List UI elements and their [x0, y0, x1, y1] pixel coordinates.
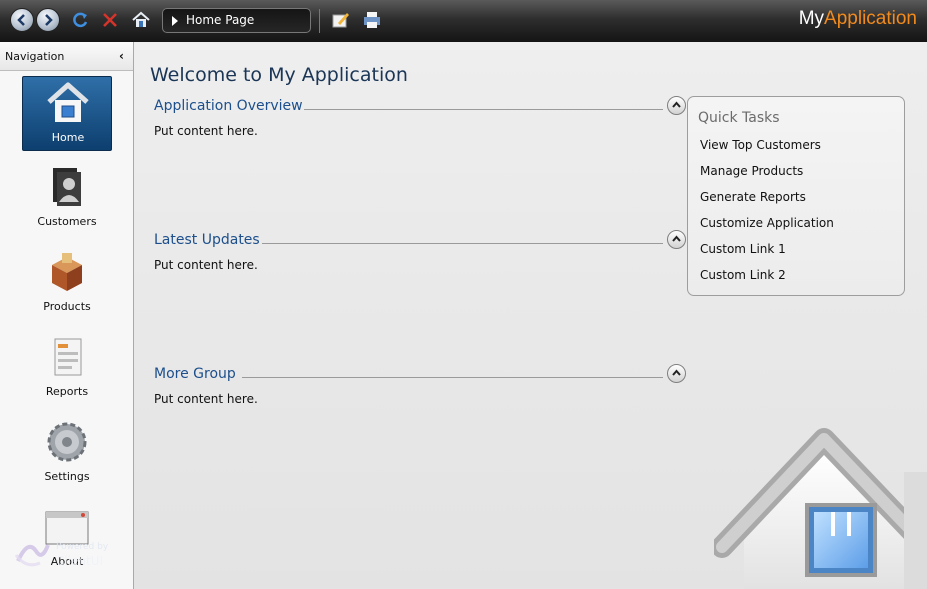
app-brand: MyApplication: [799, 8, 917, 30]
quick-link-custom-1[interactable]: Custom Link 1: [700, 242, 786, 256]
collapse-group-button[interactable]: [667, 96, 686, 115]
group-title: Latest Updates: [154, 232, 260, 248]
sidebar-item-label: Settings: [44, 470, 90, 483]
clientui-logo-icon: [14, 544, 50, 567]
sidebar-item-customers[interactable]: Customers: [22, 161, 112, 236]
main-content: Welcome to My Application Application Ov…: [134, 42, 927, 589]
customers-icon: [53, 168, 81, 206]
sidebar-item-label: Customers: [37, 215, 97, 228]
navigation-sidebar: Navigation ‹ Home Customers Products Rep…: [0, 42, 134, 589]
settings-gear-icon: [47, 422, 87, 462]
group-body: Put content here.: [154, 258, 258, 272]
sidebar-item-settings[interactable]: Settings: [22, 416, 112, 491]
navigation-header: Navigation ‹: [0, 42, 133, 71]
quick-link-customize-application[interactable]: Customize Application: [700, 216, 834, 230]
chevron-up-icon: [672, 235, 681, 242]
group-body: Put content here.: [154, 392, 258, 406]
group-body: Put content here.: [154, 124, 258, 138]
sidebar-item-label: Home: [51, 131, 85, 144]
sidebar-item-products[interactable]: Products: [22, 246, 112, 321]
toolbar-separator: [319, 9, 320, 33]
back-arrow-icon: [17, 14, 25, 26]
home-icon: [47, 82, 89, 122]
quick-link-view-top-customers[interactable]: View Top Customers: [700, 138, 821, 152]
top-toolbar: Home Page MyApplication: [0, 0, 927, 43]
quick-tasks-title: Quick Tasks: [698, 110, 780, 126]
group-divider: [262, 243, 663, 244]
group-title: More Group: [154, 366, 236, 382]
address-bar[interactable]: Home Page: [162, 8, 311, 33]
group-title: Application Overview: [154, 98, 303, 114]
back-button[interactable]: [10, 8, 34, 32]
group-more-group: More Group: [154, 364, 686, 387]
quick-tasks-panel: Quick Tasks View Top Customers Manage Pr…: [687, 96, 905, 296]
home-icon[interactable]: [131, 10, 151, 30]
brand-second: Application: [824, 8, 917, 29]
powered-by-text: Powered by ClientUI: [56, 540, 108, 570]
powered-by-label: Powered by: [56, 542, 109, 552]
sidebar-item-home[interactable]: Home: [22, 76, 112, 151]
edit-icon[interactable]: [331, 10, 351, 30]
group-divider: [242, 377, 663, 378]
brand-first: My: [798, 8, 825, 29]
sidebar-item-reports[interactable]: Reports: [22, 331, 112, 406]
address-text: Home Page: [186, 13, 255, 27]
refresh-icon[interactable]: [70, 10, 90, 30]
page-title: Welcome to My Application: [150, 64, 408, 86]
reports-icon: [54, 338, 82, 376]
quick-link-generate-reports[interactable]: Generate Reports: [700, 190, 806, 204]
sidebar-item-label: Products: [43, 300, 91, 313]
group-divider: [304, 109, 663, 110]
print-icon[interactable]: [362, 10, 382, 30]
navigation-title: Navigation: [5, 50, 65, 63]
group-application-overview: Application Overview: [154, 96, 686, 119]
quick-link-custom-2[interactable]: Custom Link 2: [700, 268, 786, 282]
collapse-icon[interactable]: ‹: [119, 49, 124, 63]
collapse-group-button[interactable]: [667, 364, 686, 383]
stop-icon[interactable]: [100, 10, 120, 30]
collapse-group-button[interactable]: [667, 230, 686, 249]
forward-arrow-icon: [45, 14, 53, 26]
chevron-up-icon: [672, 369, 681, 376]
powered-by-logo: Powered by ClientUI: [14, 535, 124, 575]
sidebar-item-label: Reports: [45, 385, 89, 398]
quick-link-manage-products[interactable]: Manage Products: [700, 164, 803, 178]
forward-button[interactable]: [36, 8, 60, 32]
powered-by-brand: ClientUI: [56, 554, 104, 568]
chevron-up-icon: [672, 101, 681, 108]
house-illustration: [714, 428, 927, 589]
products-box-icon: [52, 253, 82, 291]
address-arrow-icon: [172, 16, 178, 26]
group-latest-updates: Latest Updates: [154, 230, 686, 253]
